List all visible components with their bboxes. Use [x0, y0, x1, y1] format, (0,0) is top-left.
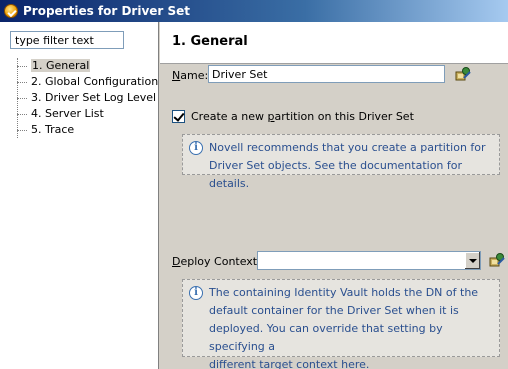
novell-app-icon — [4, 4, 18, 18]
create-partition-checkbox[interactable] — [172, 110, 185, 123]
partition-info-box: i Novell recommends that you create a pa… — [182, 134, 500, 190]
name-label: Name: — [172, 69, 209, 82]
page-title: 1. General — [172, 34, 248, 49]
tree-item-label: 1. General — [31, 59, 91, 72]
partition-info-line-2: Driver Set objects. See the documentatio… — [209, 159, 463, 190]
info-icon: i — [189, 286, 203, 300]
tree-item-label: 4. Server List — [31, 107, 104, 120]
create-partition-label: Create a new partition on this Driver Se… — [191, 110, 414, 123]
tree-item-label: 5. Trace — [31, 123, 75, 136]
deploy-info-box: i The containing Identity Vault holds th… — [182, 279, 500, 369]
properties-page: 1. General Name: Create a new partition … — [160, 22, 508, 369]
tree-item-global-configuration[interactable]: 2. Global Configuration Va — [16, 74, 159, 90]
deploy-info-line-3: deployed. You can override that setting … — [209, 322, 443, 353]
page-header: 1. General — [160, 22, 508, 64]
deploy-context-combo[interactable] — [257, 251, 481, 270]
deploy-context-label: Deploy Context: — [172, 255, 261, 268]
window-title: Properties for Driver Set — [23, 4, 191, 18]
tree-item-general[interactable]: 1. General — [16, 58, 159, 74]
chevron-down-icon[interactable] — [464, 252, 480, 269]
tree-item-server-list[interactable]: 4. Server List — [16, 106, 159, 122]
info-icon: i — [189, 141, 203, 155]
deploy-info-line-4: different target context here. — [209, 358, 370, 369]
partition-info-line-1: Novell recommends that you create a part… — [209, 141, 486, 154]
navigation-pane: 1. General 2. Global Configuration Va 3.… — [0, 22, 159, 369]
tree-item-log-level[interactable]: 3. Driver Set Log Level — [16, 90, 159, 106]
deploy-info-line-1: The containing Identity Vault holds the … — [209, 286, 479, 299]
tree-item-label: 2. Global Configuration Va — [31, 75, 159, 88]
filter-input[interactable] — [10, 31, 124, 49]
tree-item-trace[interactable]: 5. Trace — [16, 122, 159, 138]
browse-object-icon[interactable] — [455, 66, 471, 82]
browse-context-icon[interactable] — [489, 252, 505, 268]
name-field[interactable] — [208, 65, 445, 83]
deploy-info-line-2: default container for the Driver Set whe… — [209, 304, 459, 317]
tree-item-label: 3. Driver Set Log Level — [31, 91, 157, 104]
property-page-tree: 1. General 2. Global Configuration Va 3.… — [16, 58, 159, 138]
window-titlebar: Properties for Driver Set — [0, 0, 508, 22]
